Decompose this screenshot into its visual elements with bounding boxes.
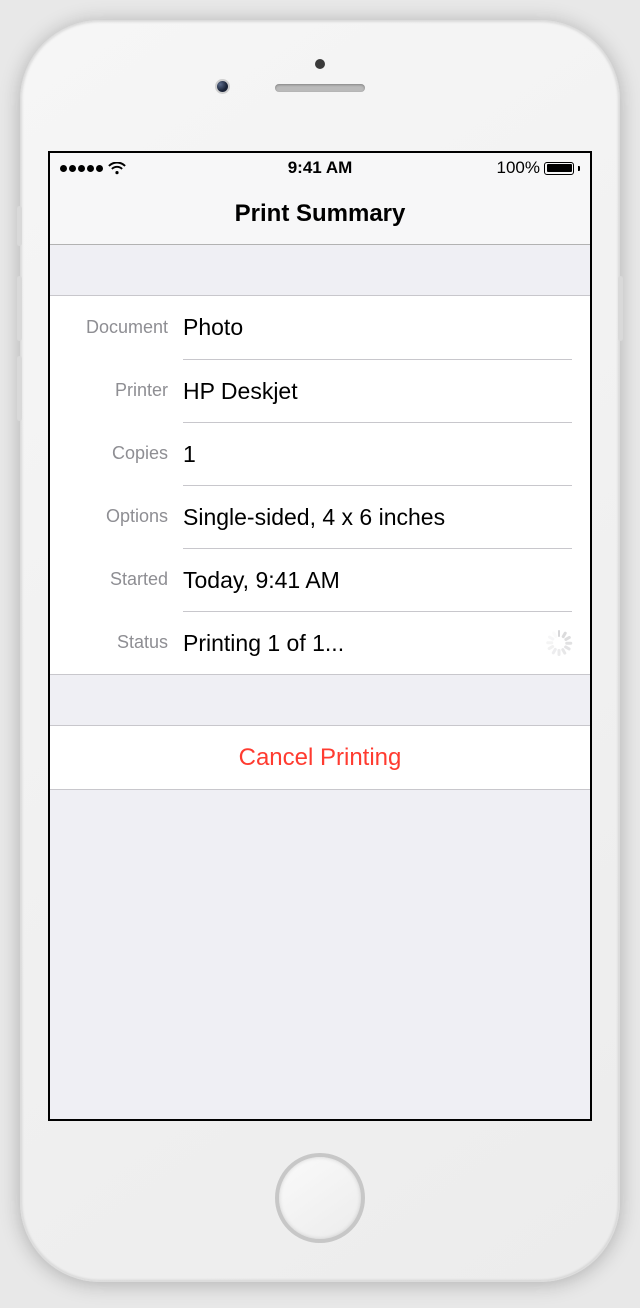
front-camera: [215, 79, 230, 94]
battery-indicator: 100%: [497, 158, 580, 178]
power-button: [618, 276, 623, 341]
status-right: 100%: [497, 158, 580, 178]
section-gap: [50, 245, 590, 295]
volume-up-button: [17, 276, 22, 341]
screen: 9:41 AM 100% Print Summary Document Phot…: [48, 151, 592, 1121]
wifi-icon: [108, 162, 126, 175]
row-status: Status Printing 1 of 1...: [50, 611, 590, 674]
row-started: Started Today, 9:41 AM: [50, 548, 590, 611]
row-document: Document Photo: [50, 296, 590, 359]
row-status-label: Status: [50, 632, 183, 653]
row-copies-label: Copies: [50, 443, 183, 464]
spinner-icon: [546, 630, 572, 656]
signal-strength-icon: [60, 165, 103, 172]
row-printer-label: Printer: [50, 380, 183, 401]
row-copies: Copies 1: [50, 422, 590, 485]
cancel-section: Cancel Printing: [50, 725, 590, 790]
row-options-label: Options: [50, 506, 183, 527]
proximity-sensor: [315, 59, 325, 69]
row-started-value: Today, 9:41 AM: [183, 567, 572, 594]
cancel-printing-button[interactable]: Cancel Printing: [50, 726, 590, 789]
row-printer-value: HP Deskjet: [183, 378, 572, 405]
battery-icon: [544, 162, 574, 175]
status-bar: 9:41 AM 100%: [50, 153, 590, 183]
row-document-value: Photo: [183, 314, 572, 341]
home-button[interactable]: [275, 1153, 365, 1243]
row-document-label: Document: [50, 317, 183, 338]
row-copies-value: 1: [183, 441, 572, 468]
row-started-label: Started: [50, 569, 183, 590]
row-options: Options Single-sided, 4 x 6 inches: [50, 485, 590, 548]
battery-percent: 100%: [497, 158, 540, 178]
row-options-value: Single-sided, 4 x 6 inches: [183, 504, 572, 531]
earpiece-speaker: [275, 84, 365, 92]
iphone-device-frame: 9:41 AM 100% Print Summary Document Phot…: [20, 20, 620, 1282]
navigation-bar: Print Summary: [50, 183, 590, 245]
page-title: Print Summary: [235, 200, 406, 228]
row-printer: Printer HP Deskjet: [50, 359, 590, 422]
print-details-list: Document Photo Printer HP Deskjet Copies…: [50, 295, 590, 675]
mute-switch: [17, 206, 22, 246]
row-status-value: Printing 1 of 1...: [183, 630, 546, 657]
status-left: [60, 162, 126, 175]
volume-down-button: [17, 356, 22, 421]
status-time: 9:41 AM: [288, 158, 353, 178]
